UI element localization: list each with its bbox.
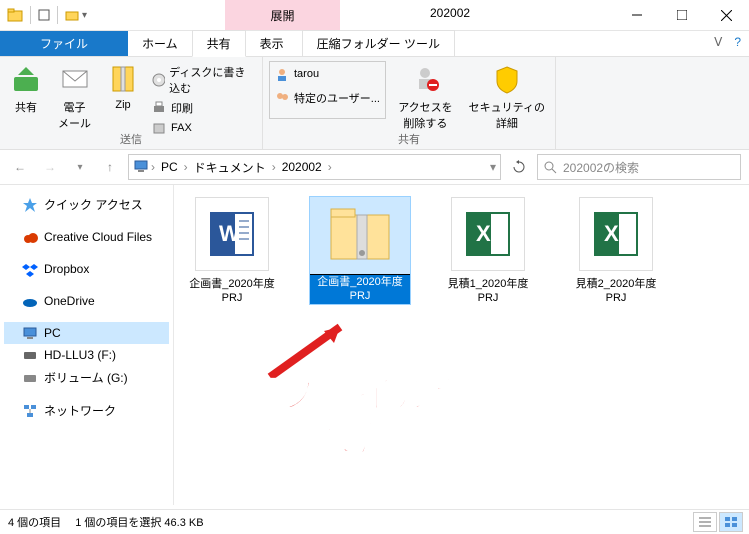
address-bar-row: ← → ▾ ↑ › PC › ドキュメント › 202002 › ▾ 20200… bbox=[0, 150, 749, 185]
up-button[interactable]: ↑ bbox=[98, 155, 122, 179]
nav-pane: クイック アクセス Creative Cloud Files Dropbox O… bbox=[0, 185, 174, 505]
status-selection: 1 個の項目を選択 46.3 KB bbox=[75, 514, 203, 530]
excel-icon: X bbox=[579, 197, 653, 271]
file-name: 見積1_2020年度PRJ bbox=[438, 277, 538, 306]
search-icon bbox=[544, 161, 557, 174]
word-icon: W bbox=[195, 197, 269, 271]
group-share-label: 共有 bbox=[263, 131, 555, 147]
view-details-button[interactable] bbox=[693, 512, 717, 532]
close-button[interactable] bbox=[704, 0, 749, 30]
file-item[interactable]: X 見積1_2020年度PRJ bbox=[438, 197, 538, 306]
file-item[interactable]: W 企画書_2020年度PRJ bbox=[182, 197, 282, 306]
back-button[interactable]: ← bbox=[8, 155, 32, 179]
qat-item-icon[interactable] bbox=[37, 8, 51, 22]
file-item[interactable]: X 見積2_2020年度PRJ bbox=[566, 197, 666, 306]
tab-share[interactable]: 共有 bbox=[192, 30, 246, 57]
excel-icon: X bbox=[451, 197, 525, 271]
ribbon-collapse-icon[interactable]: ᐯ bbox=[714, 35, 722, 49]
share-user-1[interactable]: tarou bbox=[270, 62, 385, 86]
file-item-selected[interactable]: 企画書_2020年度PRJ bbox=[310, 197, 410, 304]
titlebar: ▾ 展開 202002 bbox=[0, 0, 749, 31]
refresh-button[interactable] bbox=[507, 155, 531, 179]
nav-onedrive[interactable]: OneDrive bbox=[4, 290, 169, 312]
file-name: 企画書_2020年度PRJ bbox=[182, 277, 282, 306]
nav-creative-cloud[interactable]: Creative Cloud Files bbox=[4, 226, 169, 248]
user2-label: 特定のユーザー... bbox=[294, 90, 380, 106]
user1-label: tarou bbox=[294, 68, 319, 80]
security-button[interactable]: セキュリティの 詳細 bbox=[465, 61, 549, 133]
nav-pc[interactable]: PC bbox=[4, 322, 169, 344]
folder-icon bbox=[6, 6, 24, 24]
status-count: 4 個の項目 bbox=[8, 514, 61, 530]
nav-dropbox[interactable]: Dropbox bbox=[4, 258, 169, 280]
file-name: 見積2_2020年度PRJ bbox=[566, 277, 666, 306]
window-title: 202002 bbox=[430, 6, 470, 20]
contextual-tab-label: 展開 bbox=[225, 0, 340, 30]
status-bar: 4 個の項目 1 個の項目を選択 46.3 KB bbox=[0, 509, 749, 534]
maximize-button[interactable] bbox=[659, 0, 704, 30]
group-send-label: 送信 bbox=[0, 131, 262, 147]
crumb-current[interactable]: 202002 bbox=[278, 160, 326, 174]
search-input[interactable]: 202002の検索 bbox=[537, 154, 741, 180]
forward-button[interactable]: → bbox=[38, 155, 62, 179]
remove-access-label: アクセスを 削除する bbox=[398, 99, 452, 131]
zip-folder-icon bbox=[324, 197, 396, 269]
email-button[interactable]: 電子 メール bbox=[54, 61, 95, 133]
view-icons-button[interactable] bbox=[719, 512, 743, 532]
crumb-documents[interactable]: ドキュメント bbox=[190, 159, 270, 176]
zip-button[interactable]: Zip bbox=[103, 61, 143, 113]
file-list[interactable]: W 企画書_2020年度PRJ 企画書_2020年度PRJ X 見積1_2020… bbox=[174, 185, 749, 505]
tab-compress-tools[interactable]: 圧縮フォルダー ツール bbox=[302, 30, 455, 56]
zip-button-label: Zip bbox=[115, 99, 130, 111]
pc-icon bbox=[133, 158, 149, 177]
svg-text:X: X bbox=[604, 221, 619, 246]
nav-quick-access[interactable]: クイック アクセス bbox=[4, 193, 169, 216]
tab-view[interactable]: 表示 bbox=[246, 31, 298, 56]
svg-text:X: X bbox=[476, 221, 491, 246]
print-label: 印刷 bbox=[171, 100, 193, 116]
file-name-editing[interactable]: 企画書_2020年度PRJ bbox=[310, 275, 410, 304]
qat-dropdown-icon[interactable]: ▾ bbox=[82, 10, 87, 21]
recent-dropdown[interactable]: ▾ bbox=[68, 155, 92, 179]
quick-access-toolbar: ▾ bbox=[0, 6, 87, 24]
remove-access-button[interactable]: アクセスを 削除する bbox=[394, 61, 456, 133]
nav-hd[interactable]: HD-LLU3 (F:) bbox=[4, 344, 169, 366]
nav-volume[interactable]: ボリューム (G:) bbox=[4, 366, 169, 389]
burn-disc-button[interactable]: ディスクに書き込む bbox=[151, 63, 256, 97]
email-button-label: 電子 メール bbox=[58, 99, 91, 131]
share-button[interactable]: 共有 bbox=[6, 61, 46, 117]
address-bar[interactable]: › PC › ドキュメント › 202002 › ▾ bbox=[128, 154, 501, 180]
share-user-specific[interactable]: 特定のユーザー... bbox=[270, 86, 385, 110]
ribbon-tabs: ファイル ホーム 共有 表示 圧縮フォルダー ツール ᐯ ? bbox=[0, 31, 749, 57]
address-dropdown-icon[interactable]: ▾ bbox=[490, 160, 496, 174]
minimize-button[interactable] bbox=[614, 0, 659, 30]
nav-network[interactable]: ネットワーク bbox=[4, 399, 169, 422]
crumb-pc[interactable]: PC bbox=[157, 160, 182, 174]
search-placeholder: 202002の検索 bbox=[563, 159, 639, 176]
help-icon[interactable]: ? bbox=[734, 35, 741, 49]
svg-text:W: W bbox=[219, 221, 240, 246]
tab-file[interactable]: ファイル bbox=[0, 31, 128, 56]
burn-label: ディスクに書き込む bbox=[169, 64, 256, 96]
print-button[interactable]: 印刷 bbox=[151, 99, 256, 117]
security-label: セキュリティの 詳細 bbox=[469, 99, 545, 131]
tab-home[interactable]: ホーム bbox=[128, 31, 192, 56]
share-button-label: 共有 bbox=[15, 99, 37, 115]
ribbon: 共有 電子 メール Zip ディスクに書き込む 印刷 FAX 送信 tarou … bbox=[0, 57, 749, 150]
folder-small-icon[interactable] bbox=[64, 7, 80, 23]
